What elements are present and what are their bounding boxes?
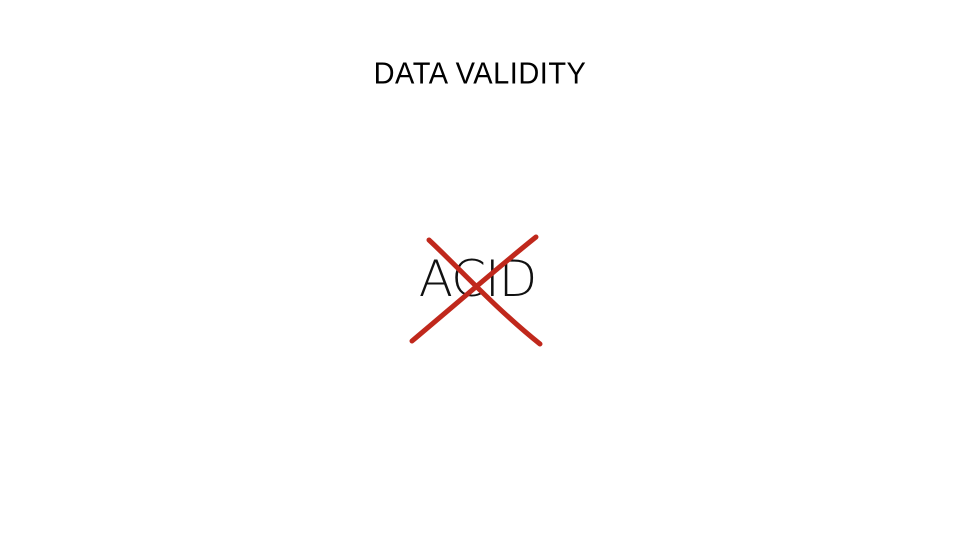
slide: DATA VALIDITY ACID bbox=[0, 0, 960, 540]
slide-title: DATA VALIDITY bbox=[373, 57, 587, 91]
crossed-out-term: ACID bbox=[405, 228, 550, 352]
acid-word: ACID bbox=[418, 250, 537, 308]
